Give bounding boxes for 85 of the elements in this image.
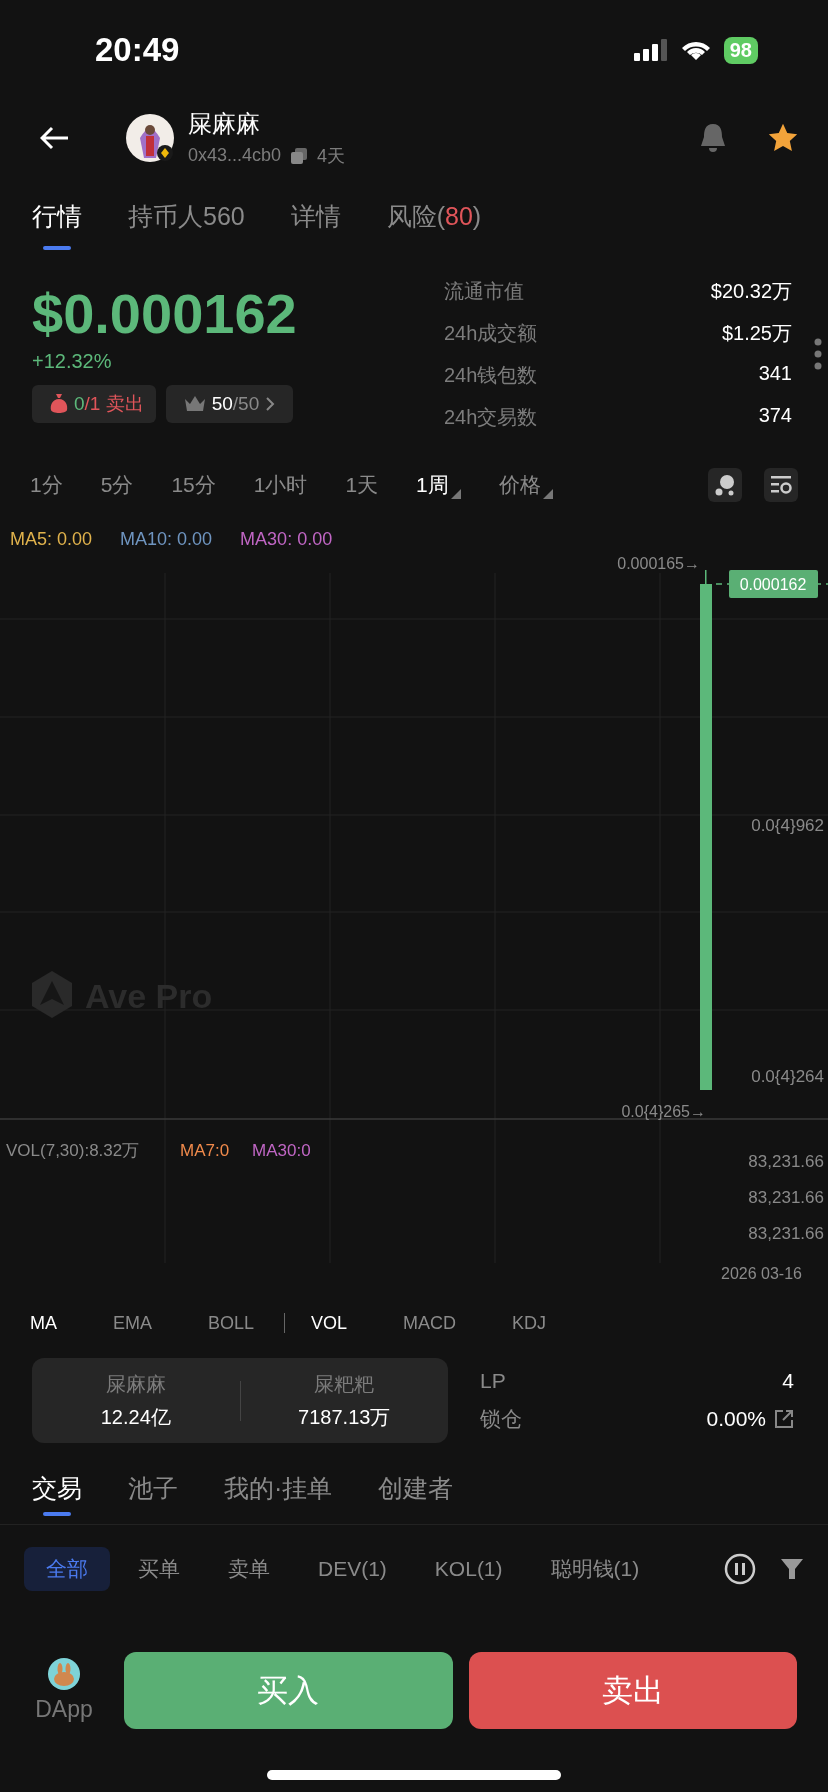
pool-token-name: 屎粑粑 bbox=[314, 1371, 375, 1397]
filter-chip[interactable]: DEV(1) bbox=[318, 1549, 387, 1589]
more-icon[interactable] bbox=[814, 338, 822, 370]
stat-value: 341 bbox=[758, 362, 792, 386]
lock-value: 0.00% bbox=[706, 1406, 766, 1431]
tab[interactable]: 行情 bbox=[32, 175, 82, 258]
chevron-right-icon bbox=[265, 396, 276, 412]
chart-settings-icon[interactable] bbox=[764, 468, 798, 502]
timeframe-tab[interactable]: 5分 bbox=[100, 471, 134, 499]
last-price-tag: 0.000162 bbox=[729, 570, 818, 598]
battery-indicator: 98 bbox=[723, 36, 758, 64]
caret-icon bbox=[542, 489, 553, 499]
lock-label: 锁仓 bbox=[480, 1405, 522, 1432]
trade-tab[interactable]: 池子 bbox=[128, 1453, 178, 1524]
sell-button[interactable]: 卖出 bbox=[468, 1652, 797, 1729]
stat-value: $1.25万 bbox=[721, 321, 792, 345]
token-price: $0.000162 bbox=[32, 284, 298, 344]
tab[interactable]: 持币人560 bbox=[128, 175, 245, 258]
token-name: 屎麻麻 bbox=[188, 108, 261, 139]
filter-chip[interactable]: 卖单 bbox=[228, 1547, 270, 1591]
timeframe-tab[interactable]: 15分 bbox=[171, 471, 216, 499]
crown-icon bbox=[183, 395, 206, 413]
tab[interactable]: 风险(80) bbox=[386, 175, 482, 258]
indicator-tab[interactable]: EMA bbox=[113, 1312, 152, 1334]
back-arrow-icon[interactable] bbox=[40, 125, 70, 150]
date-label: 2026 03-16 bbox=[721, 1265, 802, 1282]
filter-icon[interactable] bbox=[780, 1557, 804, 1581]
axis-label: 83,231.66 bbox=[748, 1188, 824, 1207]
indicator-tab[interactable]: VOL bbox=[311, 1312, 348, 1334]
trade-count-badge[interactable]: 0/1 卖出 bbox=[32, 385, 156, 423]
volume-legend: VOL(7,30):8.32万 bbox=[6, 1141, 140, 1160]
high-marker: 0.000165→ bbox=[617, 555, 700, 572]
stat-label: 24h交易数 bbox=[444, 405, 538, 429]
ma-legend: MA5: 0.00 bbox=[10, 528, 93, 550]
price-change: +12.32% bbox=[32, 350, 113, 373]
indicator-tab[interactable]: BOLL bbox=[208, 1312, 255, 1334]
money-bag-icon bbox=[50, 394, 68, 414]
timeframe-tab[interactable]: 价格 bbox=[498, 471, 553, 499]
axis-label: 83,231.66 bbox=[748, 1152, 824, 1171]
pause-icon[interactable] bbox=[724, 1553, 756, 1585]
filter-chip[interactable]: KOL(1) bbox=[434, 1549, 503, 1589]
contract-address: 0x43...4cb0 bbox=[188, 145, 282, 166]
stat-label: 流通市值 bbox=[444, 279, 524, 303]
indicator-tab[interactable]: MACD bbox=[403, 1312, 457, 1334]
indicator-tab[interactable]: MA bbox=[30, 1312, 57, 1334]
trade-tab[interactable]: 交易 bbox=[32, 1453, 82, 1524]
filter-chip[interactable]: 全部 bbox=[24, 1547, 110, 1591]
filter-chip[interactable]: 聪明钱(1) bbox=[550, 1547, 640, 1591]
stat-label: 24h钱包数 bbox=[444, 363, 538, 387]
timeframe-tab[interactable]: 1小时 bbox=[253, 471, 308, 499]
volume-ma-legend: MA7:0 bbox=[180, 1141, 230, 1160]
ma-legend: MA10: 0.00 bbox=[120, 528, 213, 550]
stat-value: $20.32万 bbox=[710, 279, 792, 303]
rabbit-icon bbox=[48, 1658, 80, 1690]
volume-ma-legend: MA30:0 bbox=[252, 1141, 311, 1160]
filter-chip[interactable]: 买单 bbox=[138, 1547, 180, 1591]
lp-label: LP bbox=[480, 1368, 506, 1393]
tab[interactable]: 详情 bbox=[290, 175, 341, 258]
trade-tab[interactable]: 创建者 bbox=[378, 1453, 454, 1524]
copy-icon[interactable] bbox=[291, 147, 308, 164]
ma-legend: MA30: 0.00 bbox=[240, 528, 333, 550]
timeframe-tab[interactable]: 1周 bbox=[416, 471, 461, 499]
stat-label: 24h成交额 bbox=[444, 321, 538, 345]
trade-tab[interactable]: 我的·挂单 bbox=[224, 1453, 333, 1524]
top-holders-badge[interactable]: 50/50 bbox=[165, 385, 294, 423]
axis-label: 83,231.66 bbox=[748, 1224, 824, 1243]
signal-icon bbox=[633, 39, 668, 61]
token-avatar bbox=[126, 113, 174, 162]
token-age: 4天 bbox=[317, 144, 346, 168]
low-marker: 0.0{4}265→ bbox=[621, 1103, 706, 1120]
caret-icon bbox=[450, 489, 461, 499]
lp-value: 4 bbox=[782, 1368, 794, 1393]
pool-token-name: 屎麻麻 bbox=[105, 1371, 166, 1397]
dapp-button[interactable]: DApp bbox=[20, 1658, 108, 1723]
axis-label: 0.0{4}264 bbox=[751, 1067, 824, 1086]
timeframe-tab[interactable]: 1分 bbox=[30, 471, 63, 499]
indicator-tab[interactable]: KDJ bbox=[512, 1312, 547, 1334]
timeframe-tab[interactable]: 1天 bbox=[345, 471, 379, 499]
stat-value: 374 bbox=[758, 404, 792, 428]
status-time: 20:49 bbox=[95, 31, 180, 69]
pool-token-amount: 12.24亿 bbox=[100, 1404, 171, 1430]
external-link-icon[interactable] bbox=[774, 1408, 794, 1429]
pool-token-amount: 7187.13万 bbox=[298, 1404, 391, 1430]
bubble-icon[interactable] bbox=[708, 468, 742, 502]
axis-label: 0.0{4}962 bbox=[751, 816, 824, 835]
